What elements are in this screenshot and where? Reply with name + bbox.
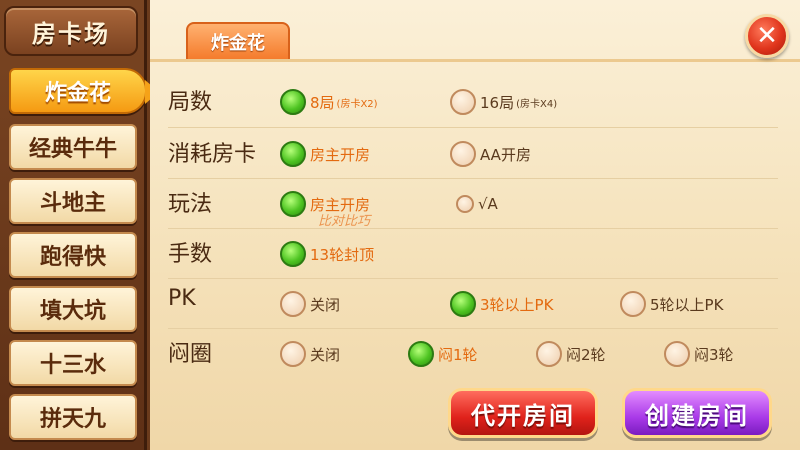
option-blind-off[interactable]: 关闭 <box>280 340 340 368</box>
option-host-pays[interactable]: 房主开房 <box>280 140 370 168</box>
tab-divider <box>150 59 800 62</box>
option-label: 13轮封顶 <box>310 245 375 264</box>
option-blind-2[interactable]: 闷2轮 <box>536 340 606 368</box>
radio-selected-icon[interactable] <box>450 291 476 317</box>
option-cost: (房卡X4) <box>516 98 558 110</box>
radio-unselected-icon[interactable] <box>450 89 476 115</box>
option-label: AA开房 <box>480 145 531 164</box>
option-label: 闷1轮 <box>438 345 478 364</box>
radio-unselected-icon[interactable] <box>280 291 306 317</box>
radio-selected-icon[interactable] <box>280 241 306 267</box>
option-8-rounds[interactable]: 8局 (房卡X2) <box>280 88 378 116</box>
tab-zhajinhua[interactable]: 炸金花 <box>186 22 290 60</box>
create-room-button[interactable]: 创建房间 <box>622 388 772 438</box>
sidebar-item-tiandakeng[interactable]: 填大坑 <box>9 286 137 332</box>
row-label: 闷圈 <box>168 342 213 367</box>
proxy-open-room-button[interactable]: 代开房间 <box>448 388 598 438</box>
option-label: 闷3轮 <box>694 345 734 364</box>
sidebar-item-pintianjiu[interactable]: 拼天九 <box>9 394 137 440</box>
radio-selected-icon[interactable] <box>408 341 434 367</box>
row-hands: 手数 13轮封顶 <box>168 228 778 278</box>
option-pk-5[interactable]: 5轮以上PK <box>620 290 723 318</box>
row-label: 局数 <box>168 90 213 115</box>
radio-selected-icon[interactable] <box>280 141 306 167</box>
radio-selected-icon[interactable] <box>280 89 306 115</box>
sidebar-item-niuniu[interactable]: 经典牛牛 <box>9 124 137 170</box>
row-card-cost: 消耗房卡 房主开房 AA开房 <box>168 128 778 178</box>
option-pk-off[interactable]: 关闭 <box>280 290 340 318</box>
option-blind-1[interactable]: 闷1轮 <box>408 340 478 368</box>
row-label: 玩法 <box>168 192 213 217</box>
row-pk: PK 关闭 3轮以上PK 5轮以上PK <box>168 278 778 328</box>
option-pk-3[interactable]: 3轮以上PK <box>450 290 553 318</box>
radio-unselected-icon[interactable] <box>664 341 690 367</box>
option-label: 关闭 <box>310 345 341 364</box>
row-gameplay: 玩法 房主开房 √A <box>168 178 778 228</box>
glitch-overlay-text: 比对比巧 <box>318 214 371 229</box>
option-gameplay-2[interactable]: √A <box>456 190 498 218</box>
radio-unselected-icon[interactable] <box>620 291 646 317</box>
option-label: 关闭 <box>310 295 341 314</box>
row-blind-rounds: 闷圈 关闭 闷1轮 闷2轮 闷3轮 <box>168 328 778 378</box>
row-label: PK <box>168 286 196 311</box>
option-cost: (房卡X2) <box>336 98 378 110</box>
option-label: 5轮以上PK <box>650 295 724 314</box>
option-blind-3[interactable]: 闷3轮 <box>664 340 734 368</box>
sidebar-item-doudizhu[interactable]: 斗地主 <box>9 178 137 224</box>
option-label: 闷2轮 <box>566 345 606 364</box>
sidebar-item-paodekuai[interactable]: 跑得快 <box>9 232 137 278</box>
row-label: 消耗房卡 <box>168 142 257 167</box>
row-rounds: 局数 8局 (房卡X2) 16局 (房卡X4) <box>168 76 778 126</box>
sidebar-title: 房卡场 <box>4 6 138 56</box>
radio-unselected-icon[interactable] <box>456 195 474 213</box>
radio-unselected-icon[interactable] <box>536 341 562 367</box>
row-label: 手数 <box>168 242 213 267</box>
option-label: 8局 <box>310 93 335 112</box>
option-16-rounds[interactable]: 16局 (房卡X4) <box>450 88 557 116</box>
sidebar-item-shisanshui[interactable]: 十三水 <box>9 340 137 386</box>
close-icon[interactable]: ✕ <box>745 14 789 58</box>
radio-unselected-icon[interactable] <box>450 141 476 167</box>
option-13-round-cap[interactable]: 13轮封顶 <box>280 240 374 268</box>
option-aa-pay[interactable]: AA开房 <box>450 140 531 168</box>
option-label: √A <box>478 195 498 213</box>
radio-selected-icon[interactable] <box>280 191 306 217</box>
sidebar-item-zhajinhua[interactable]: 炸金花 <box>9 68 159 114</box>
option-label: 3轮以上PK <box>480 295 554 314</box>
game-sidebar: 房卡场 炸金花 经典牛牛 斗地主 跑得快 填大坑 十三水 拼天九 <box>0 0 159 450</box>
room-settings-panel: 炸金花 ✕ 局数 8局 (房卡X2) 16局 (房卡X4) 消耗房卡 房主开房 … <box>150 0 800 450</box>
radio-unselected-icon[interactable] <box>280 341 306 367</box>
option-label: 房主开房 <box>310 145 371 164</box>
option-label: 16局 <box>480 93 515 112</box>
